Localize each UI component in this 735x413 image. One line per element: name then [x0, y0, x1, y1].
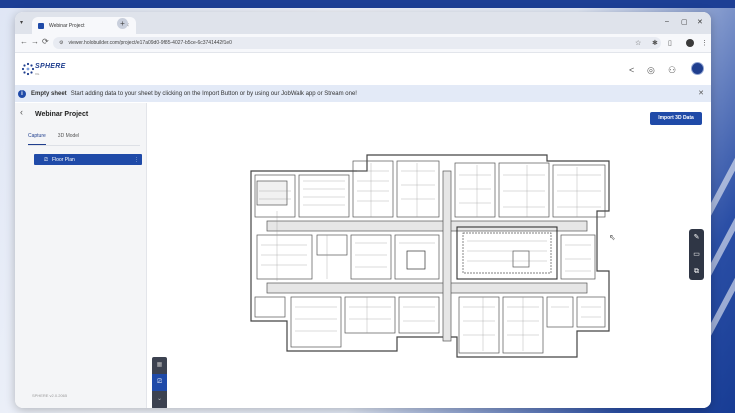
url-field[interactable]: ⚙ viewer.holobuilder.com/project/e17a09d0… — [53, 37, 661, 49]
tab-search-icon[interactable]: ▾ — [20, 19, 23, 26]
brand-name: SPHERE — [35, 63, 66, 70]
tab-capture[interactable]: Capture — [28, 133, 46, 145]
viewer-canvas[interactable]: Import 3D Data ⇖ ✎ ▭ ⧉ ▦ ⎚ ⌄ — [147, 103, 711, 408]
brand-sub: XG — [35, 72, 40, 76]
chevron-down-icon[interactable]: ⌄ — [152, 391, 167, 408]
avatar[interactable] — [691, 62, 704, 75]
back-arrow-icon[interactable]: ‹ — [20, 107, 23, 117]
floorplan-view-icon[interactable]: ⎚ — [152, 374, 167, 391]
close-icon[interactable]: ✕ — [698, 89, 704, 97]
browser-window: ▾ Webinar Project × + – ▢ ✕ ← → ⟳ ⚙ viewe… — [15, 12, 711, 408]
background-band — [0, 0, 735, 8]
favicon-icon — [38, 22, 44, 29]
tab-title: Webinar Project — [49, 22, 85, 29]
more-icon[interactable]: ⋮ — [134, 157, 139, 163]
tab-3d-model[interactable]: 3D Model — [58, 133, 79, 144]
url-text: viewer.holobuilder.com/project/e17a09d0-… — [68, 40, 232, 46]
close-window-icon[interactable]: ✕ — [697, 18, 703, 26]
site-info-icon[interactable]: ⚙ — [59, 37, 63, 49]
app-header: SPHERE XG < ◎ ⚇ — [15, 53, 711, 86]
image-annotation-icon[interactable]: ⧉ — [689, 263, 704, 280]
version-label: SPHERE v2.0.2065 — [32, 393, 68, 398]
location-settings-icon[interactable]: ◎ — [647, 65, 655, 76]
view-mode-toolbar: ▦ ⎚ ⌄ — [152, 357, 167, 408]
minimize-icon[interactable]: – — [665, 18, 669, 25]
bookmark-star-icon[interactable]: ☆ — [635, 39, 641, 47]
info-icon: i — [18, 89, 26, 98]
pencil-icon[interactable]: ✎ — [689, 229, 704, 246]
reload-icon[interactable]: ⟳ — [42, 37, 49, 46]
sidepanel-icon[interactable]: ▯ — [668, 39, 672, 47]
floor-plan-drawing[interactable] — [247, 151, 613, 361]
empty-sheet-banner: i Empty sheet Start adding data to your … — [15, 85, 711, 102]
mouse-cursor-icon: ⇖ — [609, 233, 616, 242]
sidebar-tabs: Capture 3D Model — [28, 133, 91, 145]
floorplan-icon: ⎚ — [44, 156, 49, 163]
maximize-icon[interactable]: ▢ — [681, 18, 688, 26]
menu-icon[interactable]: ⋮ — [701, 39, 708, 47]
new-tab-button[interactable]: + — [117, 18, 128, 29]
back-icon[interactable]: ← — [20, 37, 28, 46]
share-icon[interactable]: < — [629, 65, 634, 75]
tab-bar: ▾ Webinar Project × + – ▢ ✕ — [15, 12, 711, 34]
forward-icon[interactable]: → — [31, 37, 39, 46]
sphere-logo-icon — [21, 62, 35, 76]
sidebar: ‹ Webinar Project Capture 3D Model ⎚ Floo… — [15, 103, 147, 408]
users-icon[interactable]: ⚇ — [668, 65, 676, 76]
profile-icon[interactable] — [686, 39, 694, 47]
comment-icon[interactable]: ▭ — [689, 246, 704, 263]
import-3d-data-button[interactable]: Import 3D Data — [650, 112, 702, 125]
extensions-icon[interactable]: ✱ — [652, 39, 658, 47]
map-icon[interactable]: ▦ — [152, 357, 167, 374]
project-title: Webinar Project — [35, 111, 89, 118]
tabs-divider — [28, 145, 140, 146]
banner-message: Start adding data to your sheet by click… — [70, 90, 357, 97]
floor-plan-item[interactable]: ⎚ Floor Plan ⋮ — [34, 154, 142, 165]
right-toolbar: ✎ ▭ ⧉ — [689, 229, 704, 280]
address-bar-row: ← → ⟳ ⚙ viewer.holobuilder.com/project/e1… — [15, 34, 711, 53]
banner-title: Empty sheet — [31, 90, 67, 97]
floor-plan-label: Floor Plan — [52, 156, 75, 163]
